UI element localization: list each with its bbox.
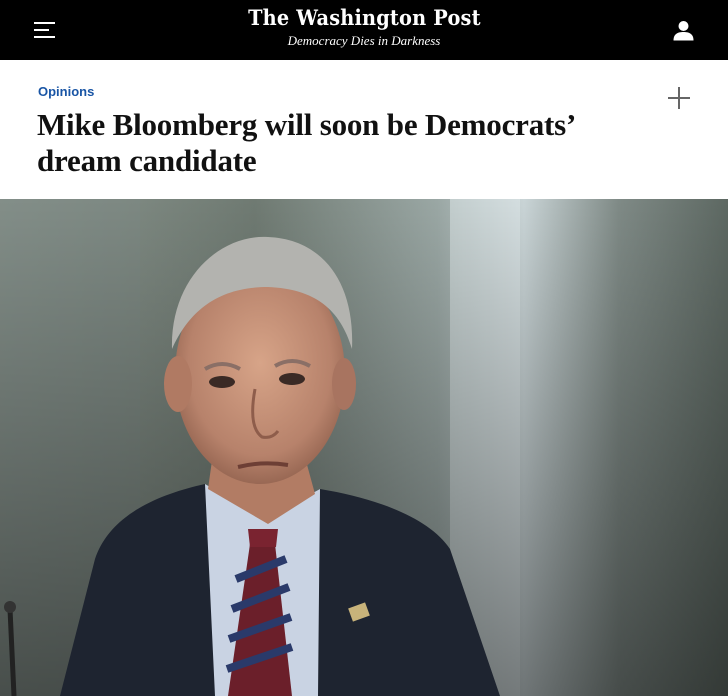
- hero-photo: [0, 199, 728, 696]
- article-headline: Mike Bloomberg will soon be Democrats’ d…: [37, 107, 574, 178]
- top-navigation-bar: The Washington Post Democracy Dies in Da…: [0, 0, 728, 60]
- plus-icon[interactable]: [667, 86, 691, 110]
- site-logo[interactable]: The Washington Post: [248, 4, 481, 32]
- site-tagline: Democracy Dies in Darkness: [287, 33, 441, 48]
- masthead[interactable]: The Washington Post Democracy Dies in Da…: [0, 4, 728, 49]
- user-icon[interactable]: [673, 20, 694, 41]
- section-link-opinions[interactable]: Opinions: [38, 84, 94, 99]
